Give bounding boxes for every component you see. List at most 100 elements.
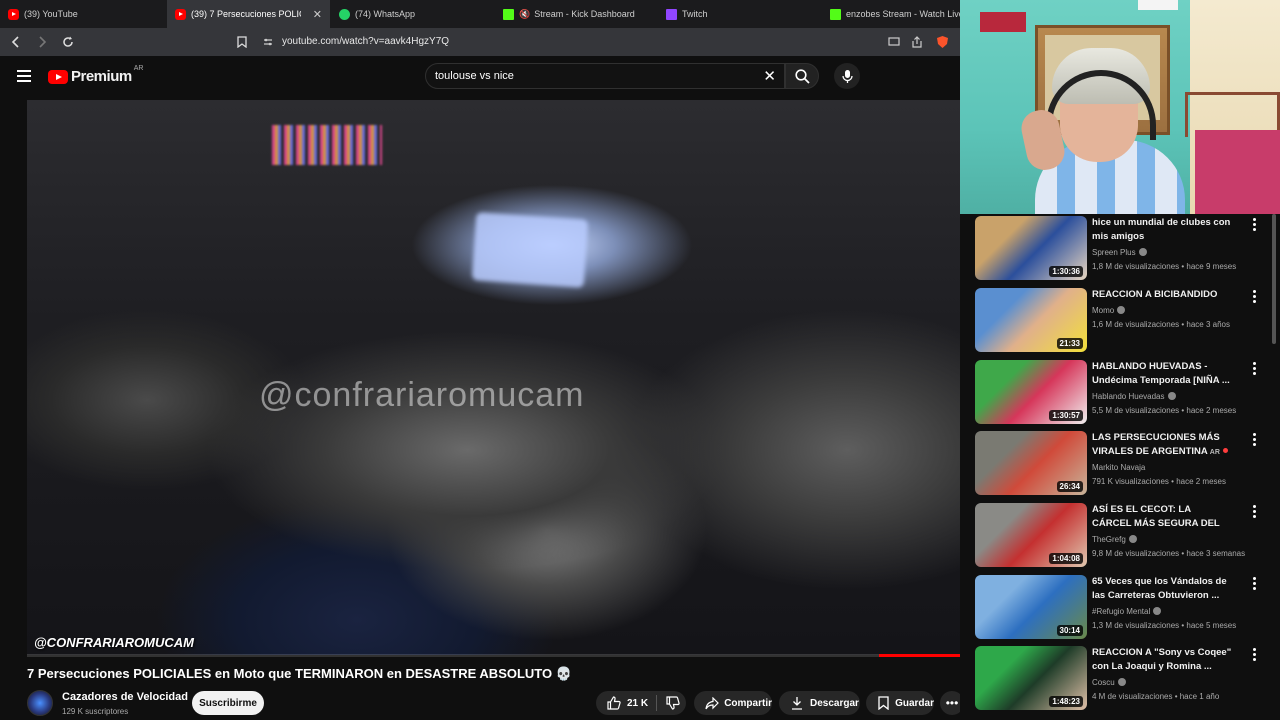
recommended-video[interactable]: 26:34 LAS PERSECUCIONES MÁS VIRALES DE AR… <box>975 429 1265 495</box>
subscribe-button[interactable]: Suscribirme <box>192 691 264 715</box>
video-player[interactable]: @confrariaromucam @CONFRARIAROMUCAM <box>27 100 963 655</box>
video-duration: 1:48:23 <box>1049 696 1083 707</box>
share-page-icon[interactable] <box>909 34 925 50</box>
youtube-header: Premium AR toulouse vs nice ✕ <box>0 56 960 100</box>
recommended-video-meta: 5,5 M de visualizaciones • hace 2 meses <box>1092 406 1262 415</box>
search-icon <box>794 68 810 84</box>
more-vertical-icon[interactable] <box>1250 505 1258 520</box>
recommended-video-meta: 9,8 M de visualizaciones • hace 3 semana… <box>1092 549 1262 558</box>
video-watermark-center: @confrariaromucam <box>259 376 585 414</box>
recommended-video-title[interactable]: hice un mundial de clubes con mis amigos <box>1092 216 1232 244</box>
more-vertical-icon[interactable] <box>1250 362 1258 377</box>
video-thumbnail[interactable]: 1:30:36 <box>975 216 1087 280</box>
recommended-video[interactable]: 21:33 REACCION A BICIBANDIDO Momo 1,6 M de … <box>975 286 1265 352</box>
more-vertical-icon[interactable] <box>1250 218 1258 233</box>
upload-age: hace 2 meses <box>1176 477 1226 486</box>
brave-shield-icon[interactable] <box>934 34 950 50</box>
recommended-channel[interactable]: Momo <box>1092 306 1126 315</box>
share-label: Compartir <box>724 697 772 709</box>
reload-icon[interactable] <box>58 32 78 52</box>
recommended-channel[interactable]: Coscu <box>1092 678 1126 687</box>
more-vertical-icon[interactable] <box>1250 648 1258 663</box>
search-input[interactable]: toulouse vs nice ✕ <box>425 63 785 89</box>
save-button[interactable]: Guardar <box>866 691 934 715</box>
recommended-video-title[interactable]: LAS PERSECUCIONES MÁS VIRALES DE ARGENTI… <box>1092 431 1232 459</box>
share-button[interactable]: Compartir <box>694 691 772 715</box>
tab-whatsapp[interactable]: (74) WhatsApp <box>331 0 493 28</box>
video-thumbnail[interactable]: 21:33 <box>975 288 1087 352</box>
close-tab-icon[interactable]: ✕ <box>313 8 322 21</box>
video-duration: 1:30:57 <box>1049 410 1083 421</box>
voice-search-button[interactable] <box>834 63 860 89</box>
tab-kick-enzobes[interactable]: enzobes Stream - Watch Live on <box>822 0 960 28</box>
site-settings-icon[interactable] <box>260 34 276 50</box>
clear-search-icon[interactable]: ✕ <box>763 67 776 85</box>
recommended-channel[interactable]: #Refugio Mental <box>1092 607 1162 616</box>
recommended-video-title[interactable]: HABLANDO HUEVADAS - Undécima Temporada [… <box>1092 360 1232 388</box>
more-horizontal-icon: ••• <box>945 696 959 710</box>
video-thumbnail[interactable]: 26:34 <box>975 431 1087 495</box>
recommended-channel[interactable]: Hablando Huevadas <box>1092 392 1176 401</box>
video-thumbnail[interactable]: 1:30:57 <box>975 360 1087 424</box>
verified-check-icon <box>1117 306 1126 314</box>
video-duration: 30:14 <box>1056 625 1083 636</box>
recommended-channel[interactable]: Markito Navaja <box>1092 463 1145 472</box>
recommended-video-title[interactable]: REACCION A BICIBANDIDO <box>1092 288 1232 302</box>
logo-text: Premium <box>71 68 132 85</box>
bookmark-icon[interactable] <box>234 34 250 50</box>
muted-speaker-icon: 🔇 <box>519 8 531 19</box>
channel-text: TheGrefg <box>1092 535 1126 544</box>
streamer-webcam-overlay <box>960 0 1280 214</box>
twitch-icon <box>666 8 677 20</box>
channel-name[interactable]: Cazadores de Velocidad <box>62 691 188 703</box>
channel-text: Coscu <box>1092 678 1115 687</box>
forward-arrow-icon[interactable] <box>32 32 52 52</box>
recommended-video[interactable]: 1:30:57 HABLANDO HUEVADAS - Undécima Temp… <box>975 358 1265 424</box>
recommended-video[interactable]: 1:48:23 REACCION A "Sony vs Coqee" con La… <box>975 644 1265 710</box>
video-progress-bar[interactable] <box>27 654 963 657</box>
more-vertical-icon[interactable] <box>1250 433 1258 448</box>
view-count: 791 K visualizaciones <box>1092 477 1169 486</box>
recommended-video-title[interactable]: ASÍ ES EL CECOT: LA CÁRCEL MÁS SEGURA DE… <box>1092 503 1232 531</box>
more-vertical-icon[interactable] <box>1250 290 1258 305</box>
recommended-channel[interactable]: TheGrefg <box>1092 535 1137 544</box>
search-button[interactable] <box>785 63 819 89</box>
video-duration: 21:33 <box>1056 338 1083 349</box>
region-code: AR <box>133 65 144 72</box>
recommended-video[interactable]: 30:14 65 Veces que los Vándalos de las Ca… <box>975 573 1265 639</box>
kick-icon <box>830 8 841 20</box>
save-label: Guardar <box>895 697 934 709</box>
thumbs-down-icon[interactable] <box>665 695 681 711</box>
video-thumbnail[interactable]: 1:48:23 <box>975 646 1087 710</box>
share-arrow-icon <box>704 695 719 711</box>
sidebar-scrollbar[interactable] <box>1272 214 1276 344</box>
video-thumbnail[interactable]: 30:14 <box>975 575 1087 639</box>
more-vertical-icon[interactable] <box>1250 577 1258 592</box>
verified-check-icon <box>1138 248 1147 256</box>
recommended-video-title[interactable]: 65 Veces que los Vándalos de las Carrete… <box>1092 575 1232 603</box>
hamburger-menu-icon[interactable] <box>17 70 31 82</box>
tab-kick-dashboard[interactable]: 🔇 Stream - Kick Dashboard <box>495 0 657 28</box>
microphone-icon <box>841 69 853 83</box>
video-thumbnail[interactable]: 1:04:08 <box>975 503 1087 567</box>
recommended-video-title[interactable]: REACCION A "Sony vs Coqee" con La Joaqui… <box>1092 646 1232 674</box>
back-arrow-icon[interactable] <box>6 32 26 52</box>
cast-icon[interactable] <box>886 34 902 50</box>
recommended-video-meta: 4 M de visualizaciones • hace 1 año <box>1092 692 1262 701</box>
region-badge: AR <box>1209 449 1220 456</box>
like-count[interactable]: 21 K <box>627 698 648 709</box>
youtube-premium-logo[interactable]: Premium AR <box>48 65 144 85</box>
recommended-video-meta: 1,8 M de visualizaciones • hace 9 meses <box>1092 262 1262 271</box>
recommended-video[interactable]: 1:04:08 ASÍ ES EL CECOT: LA CÁRCEL MÁS SE… <box>975 501 1265 567</box>
channel-avatar[interactable] <box>27 690 53 716</box>
url-field[interactable]: youtube.com/watch?v=aavk4HgzY7Q <box>282 36 449 47</box>
tab-current-video[interactable]: (39) 7 Persecuciones POLICIAL ✕ <box>167 0 330 28</box>
thumbs-up-icon[interactable] <box>606 695 622 711</box>
download-button[interactable]: Descargar <box>779 691 860 715</box>
recommended-video[interactable]: 1:30:36 hice un mundial de clubes con mis… <box>975 214 1265 280</box>
tab-twitch[interactable]: Twitch <box>658 0 820 28</box>
verified-check-icon <box>1117 678 1126 686</box>
recommended-channel[interactable]: Spreen Plus <box>1092 248 1147 257</box>
tab-youtube-home[interactable]: (39) YouTube <box>0 0 166 28</box>
title-text: REACCION A "Sony vs Coqee" con La Joaqui… <box>1092 647 1232 672</box>
